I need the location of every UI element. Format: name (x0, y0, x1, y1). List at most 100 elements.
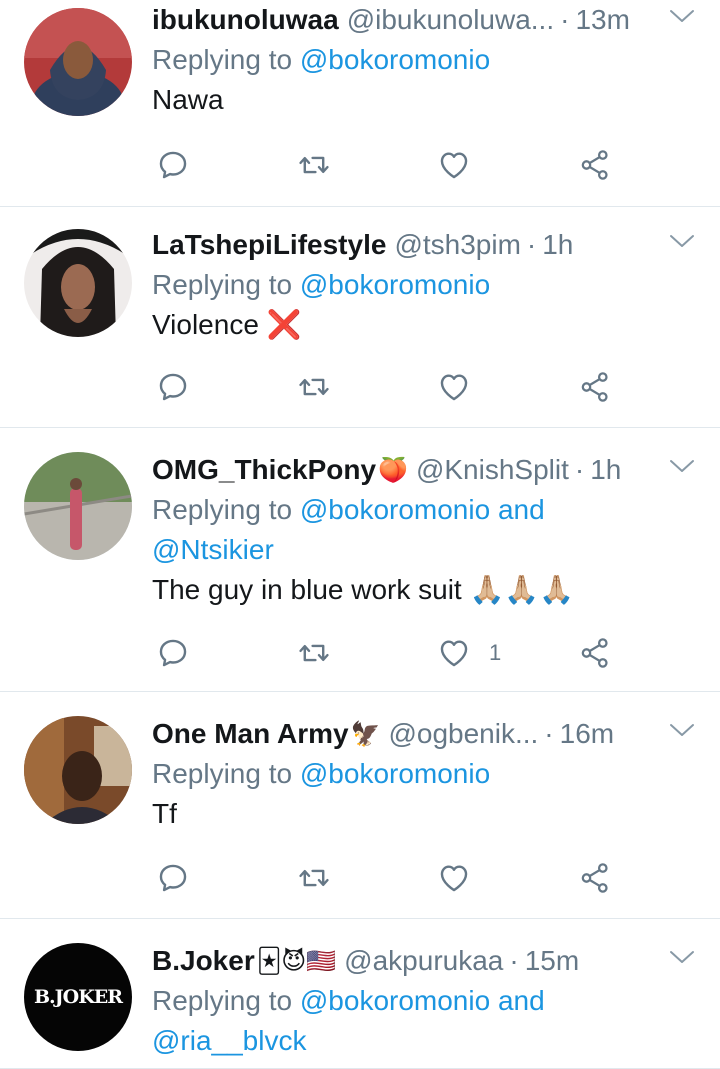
mention-link[interactable]: @ria__blvck (152, 1025, 306, 1056)
like-button[interactable] (437, 367, 471, 407)
user-handle[interactable]: @KnishSplit (416, 454, 569, 486)
retweet-icon (297, 148, 331, 182)
mention-link[interactable]: @bokoromonio (300, 269, 490, 300)
retweet-icon (297, 370, 331, 404)
separator-dot: · (560, 4, 570, 35)
reply-icon (156, 861, 190, 895)
like-button[interactable] (437, 145, 471, 185)
tweet[interactable]: ibukunoluwaa @ibukunoluwa... · 13m Reply… (0, 0, 720, 207)
like-icon (437, 636, 471, 670)
reply-button[interactable] (156, 633, 190, 673)
tweet-actions (152, 145, 612, 185)
display-name[interactable]: B.Joker (152, 945, 255, 977)
replying-to: Replying to @bokoromonio and (152, 490, 696, 530)
reply-button[interactable] (156, 367, 190, 407)
chevron-down-icon[interactable] (668, 456, 696, 476)
separator-dot: · (509, 945, 519, 976)
avatar[interactable] (24, 229, 132, 337)
tweet-text-content: Violence (152, 309, 259, 340)
chevron-down-icon[interactable] (668, 6, 696, 26)
chevron-down-icon[interactable] (668, 947, 696, 967)
replying-to: Replying to @bokoromonio and (152, 981, 696, 1021)
retweet-icon (297, 861, 331, 895)
like-icon (437, 148, 471, 182)
user-handle[interactable]: @ogbenik... (388, 718, 538, 750)
avatar[interactable] (24, 716, 132, 824)
retweet-button[interactable] (297, 367, 331, 407)
avatar[interactable] (24, 8, 132, 116)
timestamp[interactable]: 15m (525, 945, 579, 977)
reply-icon (156, 636, 190, 670)
tweet-text-content: Nawa (152, 84, 224, 115)
replying-to-label: Replying to (152, 269, 293, 300)
tweet-emoji: 🙏🏼🙏🏼🙏🏼 (469, 574, 575, 605)
timestamp[interactable]: 13m (575, 4, 629, 36)
tweet-text: The guy in blue work suit 🙏🏼🙏🏼🙏🏼 (152, 570, 696, 610)
reply-icon (156, 148, 190, 182)
share-button[interactable] (578, 633, 612, 673)
name-emoji: 🃏😈🇺🇸 (256, 947, 337, 975)
tweet[interactable]: OMG_ThickPony 🍑 @KnishSplit · 1h Replyin… (0, 428, 720, 692)
chevron-down-icon[interactable] (668, 720, 696, 740)
retweet-icon (297, 636, 331, 670)
tweet-emoji: ❌ (266, 309, 302, 340)
replying-to: Replying to @bokoromonio (152, 754, 696, 794)
tweet-text: Violence ❌ (152, 305, 696, 345)
mention-link[interactable]: @bokoromonio (300, 758, 490, 789)
share-icon (578, 148, 612, 182)
share-button[interactable] (578, 367, 612, 407)
chevron-down-icon[interactable] (668, 231, 696, 251)
mention-link[interactable]: @bokoromonio and (300, 494, 545, 525)
reply-icon (156, 370, 190, 404)
mention-link[interactable]: @bokoromonio and (300, 985, 545, 1016)
reply-button[interactable] (156, 145, 190, 185)
tweet-header: ibukunoluwaa @ibukunoluwa... · 13m (152, 0, 696, 40)
tweet-header: B.Joker 🃏😈🇺🇸 @akpurukaa · 15m (152, 941, 696, 981)
avatar[interactable] (24, 452, 132, 560)
tweet-actions: 1 (152, 633, 612, 673)
tweet-actions (152, 858, 612, 898)
display-name[interactable]: ibukunoluwaa (152, 4, 339, 36)
display-name[interactable]: One Man Army (152, 718, 349, 750)
reply-button[interactable] (156, 858, 190, 898)
mention-link[interactable]: @Ntsikier (152, 534, 274, 565)
like-icon (437, 370, 471, 404)
timestamp[interactable]: 1h (590, 454, 621, 486)
avatar-logo-text: B.JOKER (34, 986, 123, 1008)
tweet-header: One Man Army 🦅 @ogbenik... · 16m (152, 714, 696, 754)
user-handle[interactable]: @akpurukaa (344, 945, 503, 977)
share-button[interactable] (578, 145, 612, 185)
like-button[interactable] (437, 858, 471, 898)
share-button[interactable] (578, 858, 612, 898)
display-name[interactable]: OMG_ThickPony (152, 454, 376, 486)
tweet-actions (152, 367, 612, 407)
replying-to: Replying to @bokoromonio (152, 40, 696, 80)
mention-link[interactable]: @bokoromonio (300, 44, 490, 75)
share-icon (578, 370, 612, 404)
tweet-header: LaTshepiLifestyle @tsh3pim · 1h (152, 225, 696, 265)
name-emoji: 🍑 (378, 456, 408, 484)
tweet-header: OMG_ThickPony 🍑 @KnishSplit · 1h (152, 450, 696, 490)
tweet-text: Nawa (152, 80, 696, 120)
display-name[interactable]: LaTshepiLifestyle (152, 229, 386, 261)
user-handle[interactable]: @tsh3pim (394, 229, 520, 261)
retweet-button[interactable] (297, 633, 331, 673)
replying-to-label: Replying to (152, 494, 293, 525)
tweet[interactable]: One Man Army 🦅 @ogbenik... · 16m Replyin… (0, 692, 720, 919)
name-emoji: 🦅 (350, 720, 381, 748)
replying-to-label: Replying to (152, 985, 293, 1016)
replying-to-label: Replying to (152, 758, 293, 789)
tweet[interactable]: B.JOKER B.Joker 🃏😈🇺🇸 @akpurukaa · 15m Re… (0, 919, 720, 1069)
like-button[interactable]: 1 (437, 633, 501, 673)
avatar[interactable]: B.JOKER (24, 943, 132, 1051)
share-icon (578, 861, 612, 895)
retweet-button[interactable] (297, 145, 331, 185)
timestamp[interactable]: 16m (560, 718, 614, 750)
timestamp[interactable]: 1h (542, 229, 573, 261)
retweet-button[interactable] (297, 858, 331, 898)
separator-dot: · (544, 718, 554, 749)
replying-to: Replying to @bokoromonio (152, 265, 696, 305)
tweet[interactable]: LaTshepiLifestyle @tsh3pim · 1h Replying… (0, 207, 720, 428)
replying-to-label: Replying to (152, 44, 293, 75)
user-handle[interactable]: @ibukunoluwa... (347, 4, 554, 36)
